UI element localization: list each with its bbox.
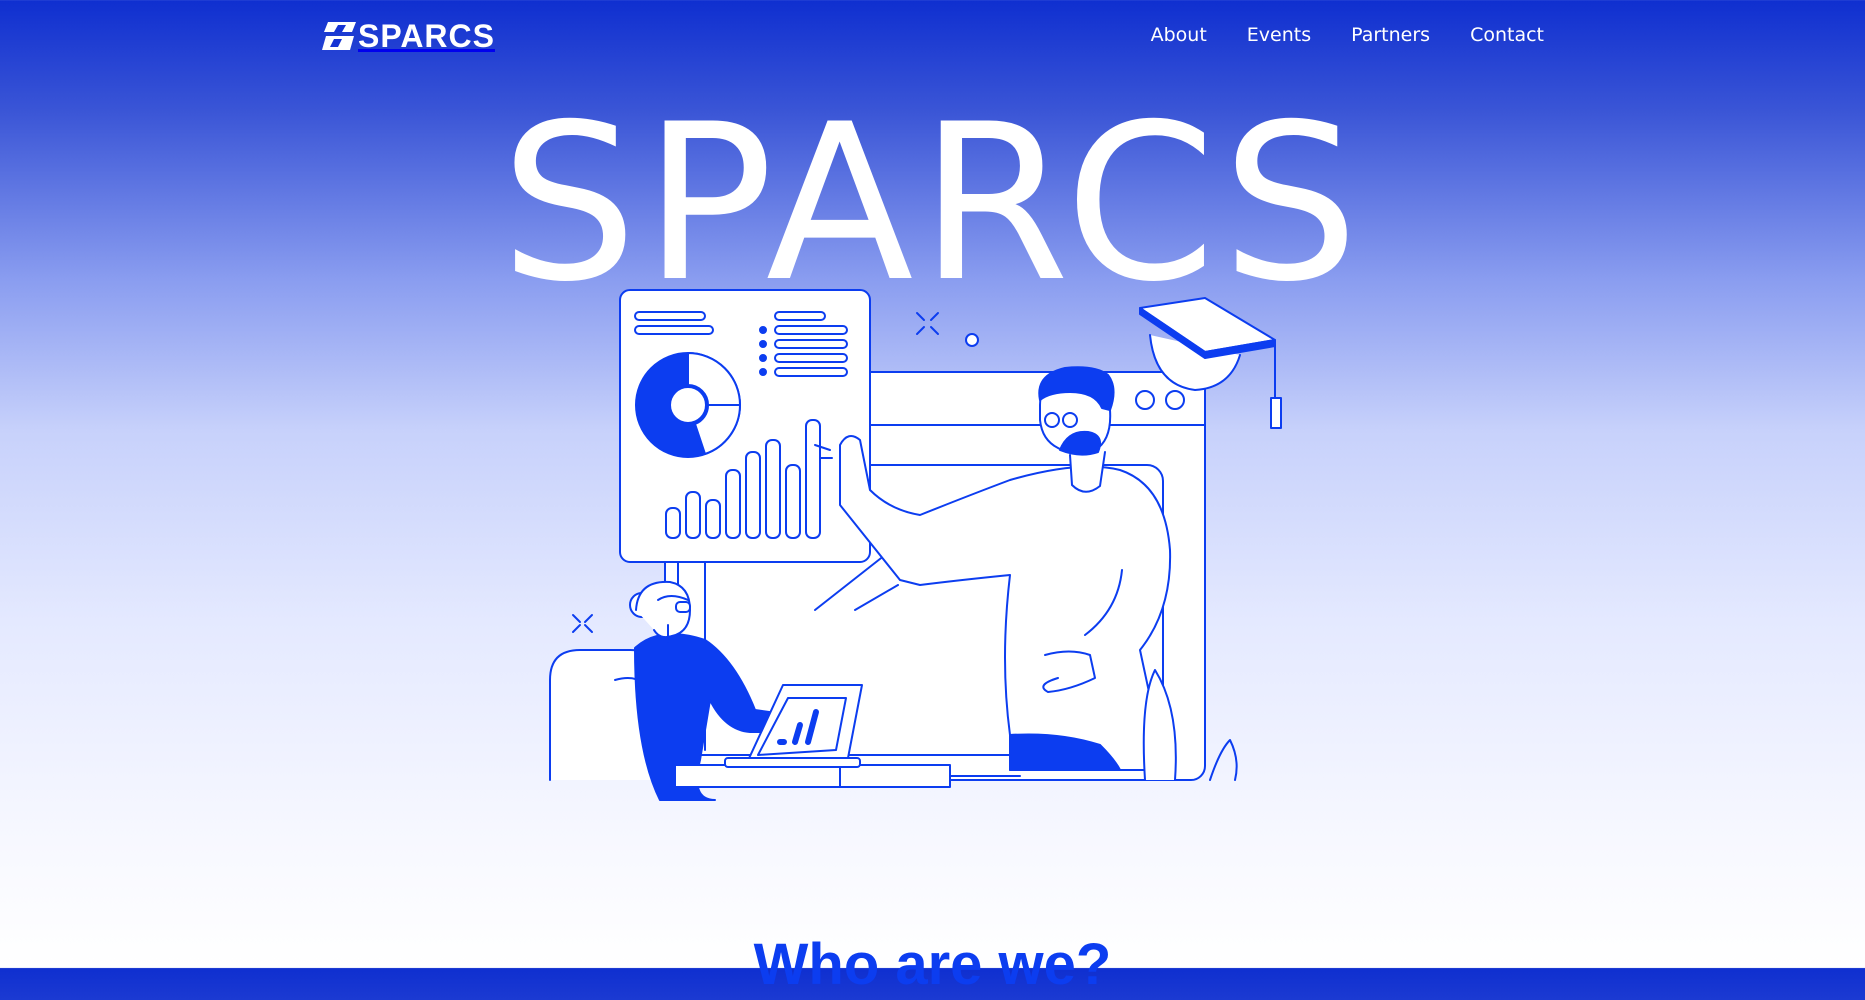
main-menu: About Events Partners Contact [1151,22,1544,48]
presentation-illustration [549,289,1282,801]
logo-link[interactable]: SPARCS [322,18,518,54]
top-navigation: SPARCS About Events Partners Contact [0,0,1865,70]
spark-logo-icon [322,22,356,50]
logo-text: SPARCS [358,18,495,54]
nav-about[interactable]: About [1151,22,1207,48]
nav-events[interactable]: Events [1247,22,1311,48]
about-heading: Who are we? [753,932,1112,997]
nav-partners[interactable]: Partners [1351,22,1430,48]
hero-title: SPARCS [500,78,1365,329]
nav-contact[interactable]: Contact [1470,22,1544,48]
